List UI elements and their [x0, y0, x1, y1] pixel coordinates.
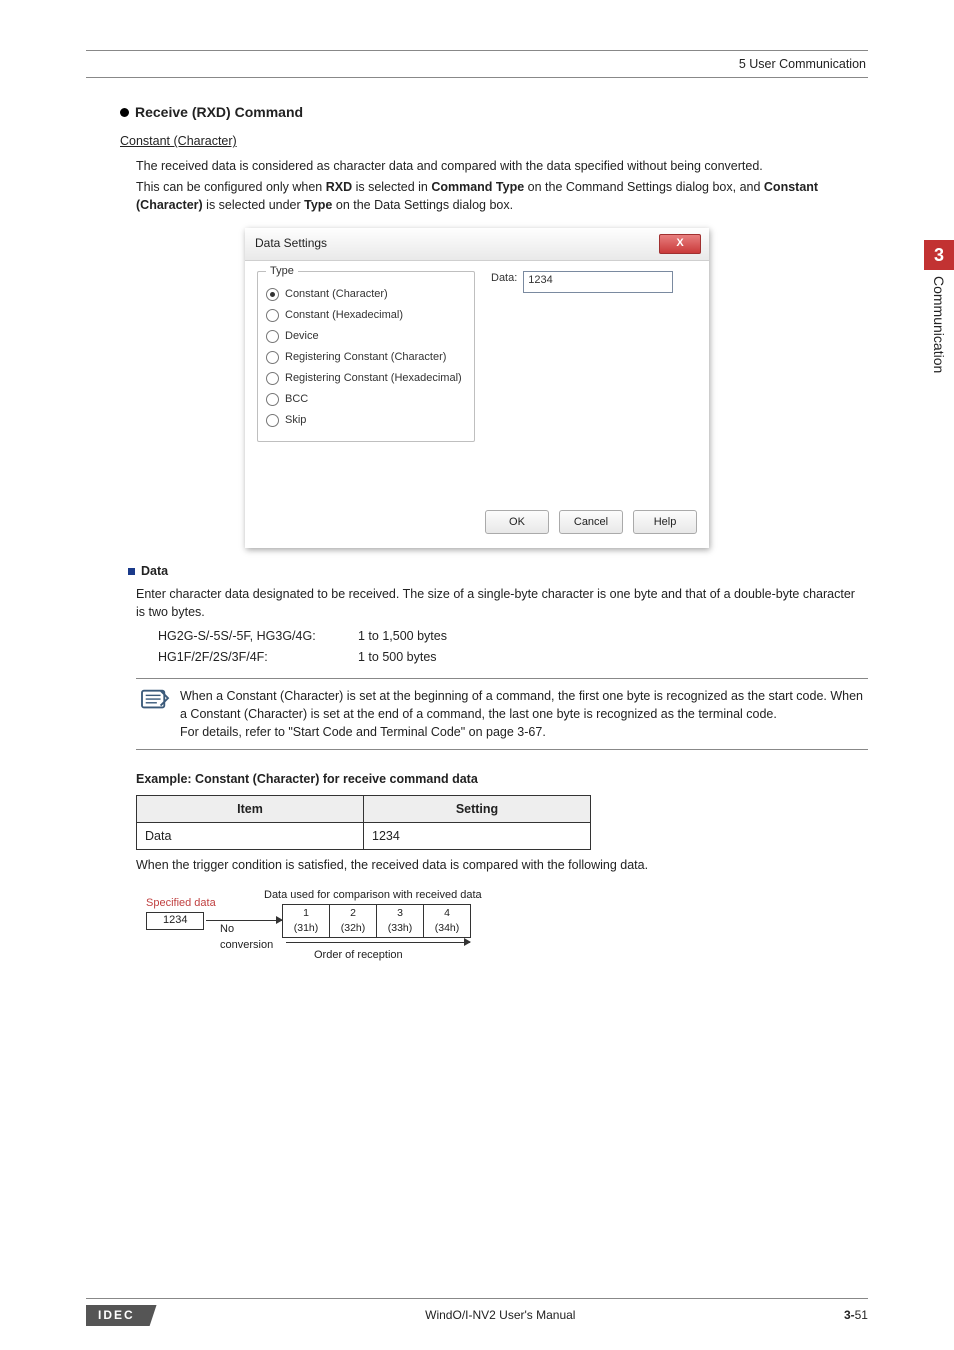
byte-cell: 1(31h) — [282, 904, 330, 938]
table-row: HG2G-S/-5S/-5F, HG3G/4G: 1 to 1,500 byte… — [158, 627, 868, 645]
specified-data-label: Specified data — [146, 896, 216, 912]
radio-icon — [266, 393, 279, 406]
para-2: This can be configured only when RXD is … — [136, 178, 864, 214]
specified-data-box: 1234 — [146, 912, 204, 930]
radio-icon — [266, 351, 279, 364]
arrow-icon — [286, 942, 470, 943]
radio-bcc[interactable]: BCC — [266, 392, 466, 408]
blue-square-icon — [128, 568, 135, 575]
data-heading: Data — [141, 562, 168, 580]
radio-registering-constant-character[interactable]: Registering Constant (Character) — [266, 350, 466, 366]
radio-icon — [266, 330, 279, 343]
table-row: Data 1234 — [137, 822, 591, 849]
close-icon[interactable]: X — [659, 234, 701, 254]
chapter-number: 3 — [924, 240, 954, 270]
ok-button[interactable]: OK — [485, 510, 549, 534]
data-desc: Enter character data designated to be re… — [136, 585, 864, 621]
diagram-top-label: Data used for comparison with received d… — [264, 888, 482, 904]
radio-constant-hexadecimal[interactable]: Constant (Hexadecimal) — [266, 308, 466, 324]
radio-registering-constant-hexadecimal[interactable]: Registering Constant (Hexadecimal) — [266, 371, 466, 387]
note-box: When a Constant (Character) is set at th… — [136, 678, 868, 750]
dialog-title: Data Settings — [255, 235, 327, 252]
bullet-icon — [120, 108, 129, 117]
data-settings-dialog: Data Settings X Type Constant (Character… — [245, 228, 709, 549]
data-field-label: Data: — [491, 271, 517, 287]
comparison-diagram: Data used for comparison with received d… — [146, 888, 868, 978]
constant-character-subtitle: Constant (Character) — [120, 132, 868, 150]
note-icon — [140, 687, 170, 741]
byte-cell: 2(32h) — [330, 904, 377, 938]
no-conversion-label: Noconversion — [220, 922, 273, 954]
byte-cell: 4(34h) — [424, 904, 471, 938]
radio-icon — [266, 414, 279, 427]
radio-skip[interactable]: Skip — [266, 413, 466, 429]
example-th-setting: Setting — [364, 795, 591, 822]
note-line-2: For details, refer to "Start Code and Te… — [180, 723, 864, 741]
data-field[interactable]: 1234 — [523, 271, 673, 293]
table-row: HG1F/2F/2S/3F/4F: 1 to 500 bytes — [158, 648, 868, 666]
chapter-label: Communication — [929, 276, 949, 373]
byte-cell: 3(33h) — [377, 904, 424, 938]
chapter-tab: 3 Communication — [924, 240, 954, 373]
radio-icon — [266, 372, 279, 385]
byte-spec-table: HG2G-S/-5S/-5F, HG3G/4G: 1 to 1,500 byte… — [158, 627, 868, 666]
radio-device[interactable]: Device — [266, 329, 466, 345]
radio-icon — [266, 309, 279, 322]
example-note: When the trigger condition is satisfied,… — [136, 856, 868, 874]
note-line-1: When a Constant (Character) is set at th… — [180, 687, 864, 723]
example-th-item: Item — [137, 795, 364, 822]
page-number: 3-51 — [844, 1307, 868, 1324]
section-title: Receive (RXD) Command — [135, 102, 303, 122]
cancel-button[interactable]: Cancel — [559, 510, 623, 534]
help-button[interactable]: Help — [633, 510, 697, 534]
brand-logo: IDEC — [86, 1305, 157, 1326]
manual-title: WindO/I-NV2 User's Manual — [425, 1307, 575, 1324]
example-table: Item Setting Data 1234 — [136, 795, 591, 850]
order-of-reception-label: Order of reception — [314, 948, 403, 964]
example-heading: Example: Constant (Character) for receiv… — [136, 770, 868, 788]
radio-constant-character[interactable]: Constant (Character) — [266, 287, 466, 303]
type-fieldset: Type Constant (Character) Constant (Hexa… — [257, 271, 475, 443]
section-header: 5 User Communication — [86, 55, 868, 73]
radio-icon — [266, 288, 279, 301]
para-1: The received data is considered as chara… — [136, 157, 864, 175]
receive-rxd-heading: Receive (RXD) Command — [120, 102, 868, 122]
type-legend: Type — [266, 264, 298, 280]
